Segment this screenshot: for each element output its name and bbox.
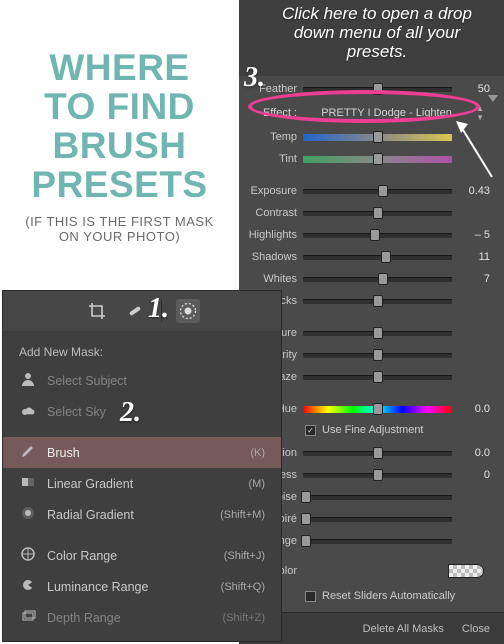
slider-value: 7 xyxy=(458,273,490,285)
reset-label: Reset Sliders Automatically xyxy=(322,590,455,602)
radial-gradient-icon xyxy=(19,505,37,524)
mask-toolbar xyxy=(3,291,281,331)
slider-label: Shadows xyxy=(239,251,297,263)
mask-item-shortcut: (Shift+M) xyxy=(220,509,265,521)
mask-item-label: Luminance Range xyxy=(47,580,148,594)
slider-exposure[interactable]: Exposure 0.43 xyxy=(239,180,504,202)
mask-item-select-sky: Select Sky xyxy=(3,396,281,427)
slider-value: 0.43 xyxy=(458,185,490,197)
sky-icon xyxy=(19,402,37,421)
luminance-range-icon xyxy=(19,577,37,596)
slider-value: 0.0 xyxy=(458,447,490,459)
slider-whites[interactable]: Whites 7 xyxy=(239,268,504,290)
mask-icon[interactable] xyxy=(176,299,200,323)
effect-label: Effect : xyxy=(239,107,297,119)
slider-label: Contrast xyxy=(239,207,297,219)
mask-item-shortcut: (Shift+J) xyxy=(224,550,265,562)
headline-line: WHERE xyxy=(0,48,239,87)
step-1-badge: 1. xyxy=(148,293,169,325)
tint-slider[interactable]: Tint xyxy=(239,148,504,170)
slider-highlights[interactable]: Highlights – 5 xyxy=(239,224,504,246)
color-range-icon xyxy=(19,546,37,565)
mask-caption: Add New Mask: xyxy=(3,331,281,365)
mask-item-label: Radial Gradient xyxy=(47,508,134,522)
headline-line: BRUSH xyxy=(0,126,239,165)
brush-icon xyxy=(19,443,37,462)
instruction-callout: Click here to open a drop down menu of a… xyxy=(262,4,492,61)
fine-adjustment-label: Use Fine Adjustment xyxy=(322,424,424,436)
mask-item-radial-gradient[interactable]: Radial Gradient (Shift+M) xyxy=(3,499,281,530)
mask-item-brush[interactable]: Brush (K) xyxy=(3,437,281,468)
headline-line: PRESETS xyxy=(0,165,239,204)
crop-icon[interactable] xyxy=(85,299,109,323)
depth-range-icon xyxy=(19,608,37,627)
mask-item-label: Color Range xyxy=(47,549,117,563)
headline: WHERE TO FIND BRUSH PRESETS xyxy=(0,48,239,204)
teaching-block: WHERE TO FIND BRUSH PRESETS (IF THIS IS … xyxy=(0,0,239,290)
slider-value: – 5 xyxy=(458,229,490,241)
slider-value: 11 xyxy=(458,251,490,263)
mask-item-label: Linear Gradient xyxy=(47,477,133,491)
slider-contrast[interactable]: Contrast xyxy=(239,202,504,224)
feather-slider[interactable]: Feather 50 xyxy=(239,78,504,100)
check-icon xyxy=(305,591,316,602)
color-swatch[interactable] xyxy=(448,564,484,578)
step-3-badge: 3. xyxy=(244,62,265,94)
slider-label: Temp xyxy=(239,131,297,143)
slider-value: 0 xyxy=(458,469,490,481)
person-icon xyxy=(19,371,37,390)
slider-label: Highlights xyxy=(239,229,297,241)
close-link[interactable]: Close xyxy=(462,623,490,635)
mask-item-luminance-range[interactable]: Luminance Range (Shift+Q) xyxy=(3,571,281,602)
temp-slider[interactable]: Temp xyxy=(239,126,504,148)
slider-label: Exposure xyxy=(239,185,297,197)
healing-icon[interactable] xyxy=(123,299,147,323)
mask-picker-panel: Add New Mask: Select Subject Select Sky Br… xyxy=(2,290,282,642)
mask-item-label: Depth Range xyxy=(47,611,121,625)
mask-item-label: Select Sky xyxy=(47,405,106,419)
check-icon: ✓ xyxy=(305,425,316,436)
effect-preset-dropdown[interactable]: Effect : PRETTY I Dodge - Lighten ▲▼ xyxy=(239,100,504,126)
dropdown-caret-icon: ▲▼ xyxy=(476,104,484,122)
mask-item-shortcut: (K) xyxy=(250,447,265,459)
headline-line: TO FIND xyxy=(0,87,239,126)
mask-item-select-subject: Select Subject xyxy=(3,365,281,396)
delete-masks-link[interactable]: Delete All Masks xyxy=(363,623,444,635)
mask-item-color-range[interactable]: Color Range (Shift+J) xyxy=(3,540,281,571)
slider-shadows[interactable]: Shadows 11 xyxy=(239,246,504,268)
mask-item-linear-gradient[interactable]: Linear Gradient (M) xyxy=(3,468,281,499)
step-2-badge: 2. xyxy=(120,397,141,429)
linear-gradient-icon xyxy=(19,474,37,493)
headline-sub: (IF THIS IS THE FIRST MASK ON YOUR PHOTO… xyxy=(0,214,239,244)
mask-item-depth-range: Depth Range (Shift+Z) xyxy=(3,602,281,633)
slider-label: Tint xyxy=(239,153,297,165)
effect-value: PRETTY I Dodge - Lighten xyxy=(307,107,466,119)
mask-item-label: Select Subject xyxy=(47,374,127,388)
mask-item-label: Brush xyxy=(47,446,80,460)
slider-value: 0.0 xyxy=(458,403,490,415)
slider-value: 50 xyxy=(458,83,490,95)
slider-label: Whites xyxy=(239,273,297,285)
mask-item-shortcut: (Shift+Z) xyxy=(223,612,265,624)
mask-item-shortcut: (M) xyxy=(249,478,266,490)
mask-item-shortcut: (Shift+Q) xyxy=(221,581,265,593)
